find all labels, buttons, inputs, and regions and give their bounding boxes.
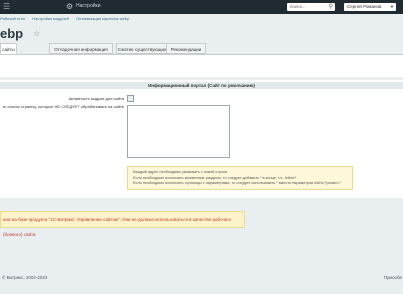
tab-panel: [0, 54, 403, 77]
tab-compress-existing[interactable]: Сжатие существующих картинок: [116, 43, 168, 63]
active-checkbox[interactable]: [127, 95, 134, 102]
breadcrumb: Рабочий стол Настройки модулей Оптимизац…: [0, 15, 135, 23]
tab-sites[interactable]: сайты: [0, 43, 17, 54]
exclude-pages-textarea[interactable]: ∟: [127, 105, 230, 158]
user-menu[interactable]: Сергей Романов ▼: [344, 3, 396, 11]
chevron-down-icon: ▼: [390, 4, 394, 9]
breadcrumb-item[interactable]: Настройки модулей: [32, 16, 69, 21]
search-icon[interactable]: ⚲: [329, 3, 333, 11]
menu-icon[interactable]: ☰: [3, 3, 11, 11]
breadcrumb-item[interactable]: Рабочий стол: [0, 16, 25, 21]
breadcrumb-item[interactable]: Оптимизация картинок webp: [76, 16, 129, 21]
search-input[interactable]: поиск... ⚲: [287, 3, 335, 11]
tab-recommendations[interactable]: Рекомендации: [166, 43, 206, 54]
user-name: Сергей Романов: [347, 4, 382, 9]
footer-link[interactable]: Приообе: [384, 275, 402, 280]
resize-handle-icon[interactable]: ∟: [224, 152, 228, 157]
tab-debug-info[interactable]: Отладочная информация: [49, 43, 113, 54]
exclude-label: ть список страниц, которые НЕ СЛЕДУЕТ об…: [2, 104, 124, 109]
page-title: ebp: [0, 26, 24, 41]
settings-link[interactable]: Настройки: [76, 3, 101, 9]
star-icon[interactable]: ☆: [33, 29, 40, 38]
hint-line: Если необходимо исключить страницы с пар…: [133, 181, 341, 185]
hint-note: Каждый адрес необходимо указывать с ново…: [127, 166, 353, 190]
top-bar: ☰ ⚙ Настройки поиск... ⚲ Сергей Романов …: [0, 0, 403, 14]
settings-form: Информационный портал (Сайт по умолчанию…: [0, 80, 403, 198]
active-label: Активность модуля для сайта: [68, 96, 124, 101]
demo-warning: ана на базе продукта "1С-Битрикс: Управл…: [0, 211, 245, 237]
gear-icon[interactable]: ⚙: [66, 2, 73, 11]
search-placeholder: поиск...: [290, 4, 306, 9]
section-header: Информационный портал (Сайт по умолчанию…: [0, 82, 403, 89]
title-bar: ebp ☆: [0, 23, 403, 43]
copyright: © Битрикс, 2002-2023: [2, 275, 48, 280]
